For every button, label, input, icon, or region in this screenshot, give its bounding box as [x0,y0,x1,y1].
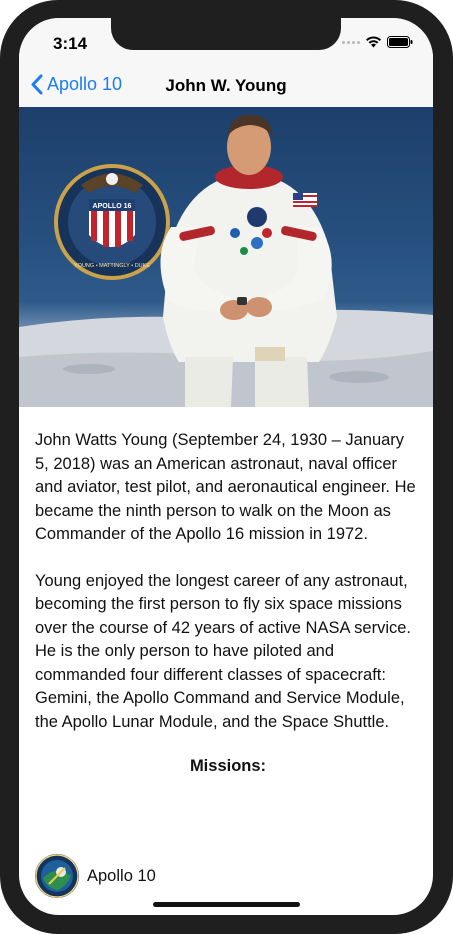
device-frame: 3:14 Apollo 10 John W. Young APOLLO 16 Y… [0,0,453,934]
astronaut-photo: APOLLO 16 YOUNG • MATTINGLY • DUKE [19,107,433,407]
battery-icon [387,36,413,48]
bio-paragraph-1: John Watts Young (September 24, 1930 – J… [35,431,416,543]
patch-crew-text: YOUNG • MATTINGLY • DUKE [74,263,150,269]
wifi-icon [365,36,382,48]
screen: 3:14 Apollo 10 John W. Young APOLLO 16 Y… [19,18,433,915]
page-title: John W. Young [165,76,287,95]
mission-patch-icon [35,854,79,898]
missions-heading: Missions: [189,757,267,775]
navigation-bar: Apollo 10 John W. Young [19,68,433,108]
bio-paragraph-2: Young enjoyed the longest career of any … [35,571,412,731]
home-indicator[interactable] [153,902,300,907]
signal-icon [342,40,360,44]
status-time: 3:14 [53,34,88,53]
mission-patch-icon: APOLLO 16 YOUNG • MATTINGLY • DUKE [54,164,170,280]
content-area: John Watts Young (September 24, 1930 – J… [35,429,421,776]
mission-label: Apollo 10 [87,866,156,885]
mission-list-item[interactable]: Apollo 10 [35,854,156,898]
device-notch [111,18,341,50]
status-icons [342,36,413,48]
patch-title-text: APOLLO 16 [93,203,132,210]
